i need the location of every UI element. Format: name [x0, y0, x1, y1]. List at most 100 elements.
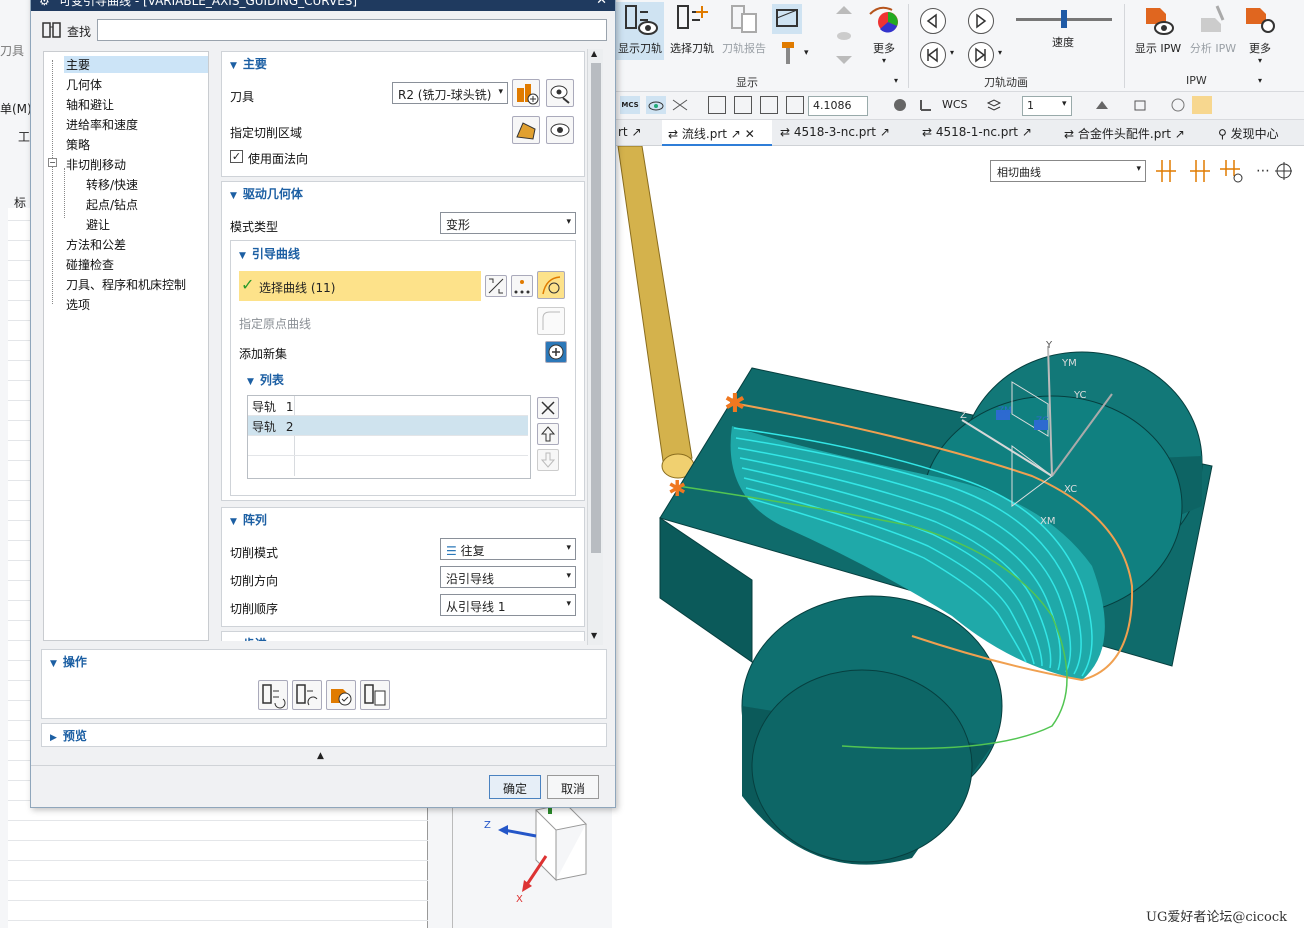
group-drive-header[interactable]: ▼ 驱动几何体 — [230, 185, 303, 202]
mcs-icon[interactable]: MCS — [620, 96, 640, 114]
forward-end-icon[interactable] — [968, 42, 994, 68]
close-icon[interactable]: ✕ — [596, 0, 607, 7]
shading-icon[interactable] — [1094, 97, 1110, 113]
tab-part[interactable]: ⇄ 4518-1-nc.prt ↗ — [916, 120, 1038, 146]
close-icon[interactable]: ✕ — [745, 127, 755, 141]
dropdown-arrow-icon[interactable]: ▾ — [804, 48, 809, 58]
show-cut-area-icon[interactable] — [546, 116, 574, 144]
group-main-header[interactable]: ▼ 主要 — [230, 55, 267, 72]
tree-item-avoidance[interactable]: 避让 — [86, 216, 110, 233]
tab-part[interactable]: ⇄ 4518-3-nc.prt ↗ — [774, 120, 896, 146]
dropdown-arrow-icon[interactable]: ▾ — [998, 48, 1002, 57]
replay-toolpath-icon[interactable] — [292, 680, 322, 710]
panel-scrollbar[interactable]: ▲ ▼ — [587, 49, 603, 645]
pattern-type-select[interactable]: 变形 ▾ — [440, 212, 576, 234]
select-curve-row[interactable]: ✓ 选择曲线 (11) — [239, 271, 481, 301]
origin-curve-icon[interactable] — [537, 307, 565, 335]
list-header[interactable]: ▼ 列表 — [247, 371, 284, 388]
tab-active-part[interactable]: ⇄ 流线.prt ↗ ✕ — [662, 120, 772, 146]
wireframe-icon[interactable] — [1170, 97, 1186, 113]
tree-item-method-tolerance[interactable]: 方法和公差 — [66, 236, 126, 253]
group-dropdown-icon[interactable]: ▾ — [1258, 76, 1262, 85]
wcs-icon[interactable] — [918, 97, 934, 113]
select-curve-icon[interactable] — [537, 271, 565, 299]
tree-item-collision-check[interactable]: 碰撞检查 — [66, 256, 114, 273]
preview-header[interactable]: ▶ 预览 — [50, 727, 87, 744]
add-new-set-icon[interactable] — [545, 341, 567, 363]
list-toolpath-icon[interactable] — [360, 680, 390, 710]
play-icon[interactable] — [968, 8, 994, 34]
tree-item-start-drill[interactable]: 起点/钻点 — [86, 196, 138, 213]
scrollbar-thumb[interactable] — [591, 63, 601, 553]
tab-part[interactable]: ⇄ 合金件头配件.prt ↗ — [1058, 120, 1191, 146]
display-settings-icon[interactable] — [772, 4, 802, 34]
show-ipw-button[interactable]: 显示 IPW — [1132, 2, 1184, 60]
dropdown-arrow-icon[interactable]: ▾ — [1062, 99, 1067, 109]
value-input[interactable]: 4.1086 — [808, 96, 868, 116]
tree-item-options[interactable]: 选项 — [66, 296, 90, 313]
wcs-label[interactable]: WCS — [942, 98, 968, 111]
cut-mode-select[interactable]: ☰ 往复 ▾ — [440, 538, 576, 560]
tool-select[interactable]: R2 (铣刀-球头铣) ▾ — [392, 82, 508, 104]
hide-icon[interactable] — [670, 96, 690, 114]
cut-order-select[interactable]: 从引导线 1 ▾ — [440, 594, 576, 616]
fit-view-icon[interactable] — [708, 96, 726, 114]
collapse-icon[interactable]: − — [48, 158, 57, 167]
find-input[interactable] — [97, 19, 607, 41]
group-stepover-header[interactable]: ▼步进 — [230, 635, 267, 641]
tree-item-feeds-speeds[interactable]: 进给率和速度 — [66, 116, 138, 133]
solid-display-icon[interactable] — [1192, 96, 1212, 114]
more-ipw-button[interactable]: 更多 ▾ — [1240, 2, 1280, 70]
graphics-viewport[interactable]: 相切曲线 ▾ ⋯ ✱ ✱ Y YM YC Z ZM ZC XC XM — [612, 146, 1304, 928]
render-style-icon[interactable] — [892, 97, 908, 113]
select-cut-area-icon[interactable] — [512, 116, 540, 144]
edit-tool-icon[interactable] — [546, 79, 574, 107]
tool-display-icon[interactable] — [778, 40, 798, 68]
new-tool-icon[interactable] — [512, 79, 540, 107]
toolpath-report-button[interactable]: 刀轨报告 — [720, 2, 768, 60]
bg-menu-label[interactable]: 单(M) — [0, 100, 32, 117]
scroll-up-icon[interactable]: ▲ — [591, 49, 597, 58]
collapse-dialog-icon[interactable]: ▲ — [317, 751, 324, 761]
visibility-icon[interactable] — [646, 96, 666, 114]
tree-item-tool-program-machine[interactable]: 刀具、程序和机床控制 — [66, 276, 186, 293]
generate-toolpath-icon[interactable] — [258, 680, 288, 710]
tab-discover-center[interactable]: ⚲ 发现中心 — [1212, 120, 1285, 146]
group-dropdown-icon[interactable]: ▾ — [894, 76, 898, 85]
point-dialog-icon[interactable] — [511, 275, 533, 297]
tree-item-transfer-rapid[interactable]: 转移/快速 — [86, 176, 138, 193]
scroll-down-icon[interactable]: ▼ — [591, 631, 597, 640]
speed-slider-thumb[interactable] — [1061, 10, 1067, 28]
tree-item-axis-avoidance[interactable]: 轴和避让 — [66, 96, 114, 113]
use-normal-checkbox[interactable]: ✓ — [230, 150, 243, 163]
select-toolpath-button[interactable]: 选择刀轨 — [668, 2, 716, 60]
list-row[interactable]: 导轨 2 — [248, 416, 528, 436]
dialog-settings-panel[interactable]: ▼ 主要 刀具 R2 (铣刀-球头铣) ▾ 指定切削区域 ✓ 使用面法向 ▼ 驱动几何… — [221, 51, 599, 641]
analyze-ipw-button[interactable]: 分析 IPW — [1186, 2, 1240, 60]
move-down-icon[interactable] — [537, 449, 559, 471]
dropdown-arrow-icon[interactable]: ▾ — [950, 48, 954, 57]
part-model-canvas[interactable]: ✱ ✱ — [612, 146, 1304, 928]
move-up-icon[interactable] — [537, 423, 559, 445]
cut-direction-select[interactable]: 沿引导线 ▾ — [440, 566, 576, 588]
tree-item-geometry[interactable]: 几何体 — [66, 76, 102, 93]
verify-toolpath-icon[interactable] — [326, 680, 356, 710]
guide-curves-header[interactable]: ▼ 引导曲线 — [239, 245, 300, 262]
rewind-icon[interactable] — [920, 42, 946, 68]
zoom-icon[interactable] — [760, 96, 778, 114]
display-toolpath-button[interactable]: 显示刀轨 — [616, 2, 664, 60]
remove-icon[interactable] — [537, 397, 559, 419]
group-array-header[interactable]: ▼ 阵列 — [230, 511, 267, 528]
cancel-button[interactable]: 取消 — [547, 775, 599, 799]
tree-item-main[interactable]: 主要 — [64, 56, 208, 73]
curve-rule-icon[interactable] — [485, 275, 507, 297]
dialog-title-bar[interactable]: ⚙ 可变引导曲线 - [VARIABLE_AXIS_GUIDING_CURVES… — [31, 0, 615, 11]
rotate-icon[interactable] — [786, 96, 804, 114]
pan-icon[interactable] — [734, 96, 752, 114]
ok-button[interactable]: 确定 — [489, 775, 541, 799]
tab-part[interactable]: rt ↗ — [612, 120, 648, 146]
tree-item-strategy[interactable]: 策略 — [66, 136, 90, 153]
list-row[interactable]: 导轨 1 — [248, 396, 528, 416]
prev-step-icon[interactable] — [920, 8, 946, 34]
box-icon[interactable] — [1132, 97, 1148, 113]
